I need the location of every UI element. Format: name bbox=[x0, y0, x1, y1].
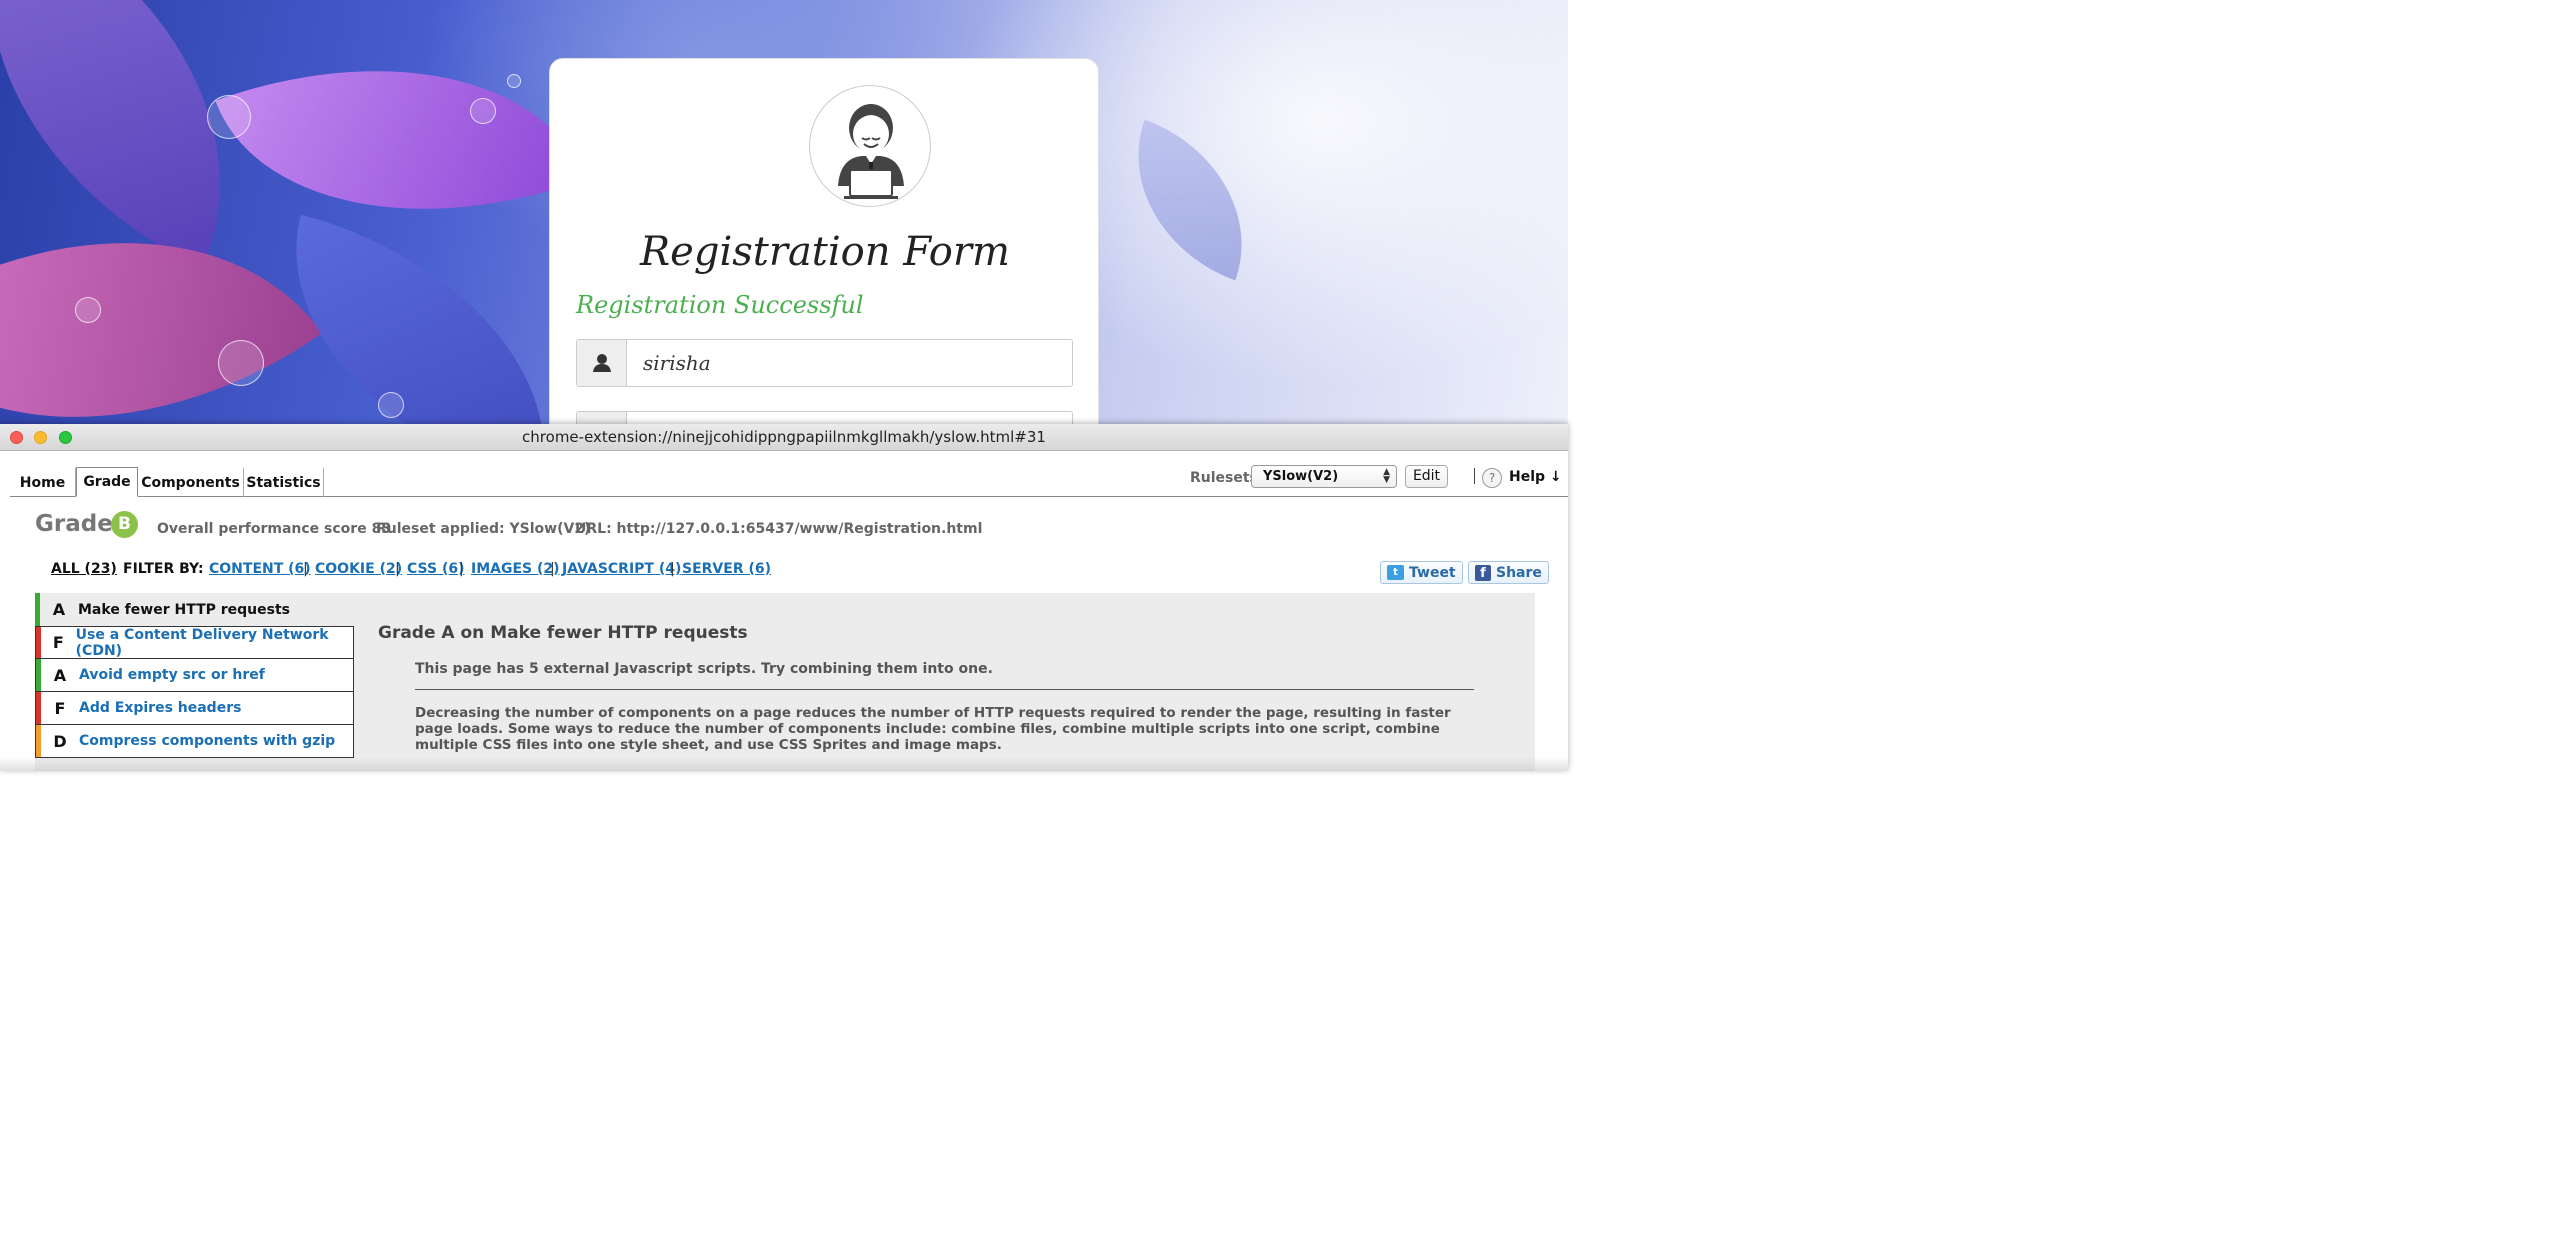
bottom-fade bbox=[0, 757, 1568, 771]
filter-cookie[interactable]: COOKIE (2) bbox=[315, 561, 402, 577]
edit-button[interactable]: Edit bbox=[1405, 465, 1448, 488]
grade-title: Grade bbox=[35, 511, 113, 537]
help-icon[interactable]: ? bbox=[1482, 468, 1502, 488]
grade-color-bar bbox=[35, 593, 40, 626]
divider bbox=[1474, 468, 1475, 484]
grade-badge: B bbox=[111, 511, 138, 538]
tab-grade[interactable]: Grade bbox=[76, 467, 138, 497]
decorative-bubble bbox=[218, 340, 264, 386]
rule-name: Make fewer HTTP requests bbox=[78, 601, 290, 618]
user-with-laptop-icon bbox=[809, 85, 931, 207]
registration-card: Registration Form Registration Successfu… bbox=[549, 58, 1099, 424]
close-window-button[interactable] bbox=[10, 431, 23, 444]
tweet-label: Tweet bbox=[1409, 564, 1456, 581]
filter-by-label: FILTER BY: bbox=[123, 561, 204, 577]
decorative-bubble bbox=[207, 95, 251, 139]
share-label: Share bbox=[1496, 564, 1542, 581]
tweet-button[interactable]: t Tweet bbox=[1380, 561, 1463, 584]
rule-item[interactable]: F Use a Content Delivery Network (CDN) bbox=[35, 626, 354, 659]
rule-name: Avoid empty src or href bbox=[79, 667, 265, 683]
decorative-bubble bbox=[470, 98, 496, 124]
decorative-bubble bbox=[378, 392, 404, 418]
rulesets-label: Rulesets bbox=[1190, 470, 1258, 486]
decorative-bubble bbox=[507, 74, 521, 88]
select-arrows-icon: ▲ ▼ bbox=[1383, 467, 1390, 485]
rule-grade: A bbox=[52, 600, 66, 619]
filter-separator: | bbox=[550, 561, 555, 577]
filter-content[interactable]: CONTENT (6) bbox=[209, 561, 311, 577]
tab-components[interactable]: Components bbox=[138, 468, 244, 497]
rule-name: Use a Content Delivery Network (CDN) bbox=[75, 626, 329, 659]
rule-item[interactable]: A Avoid empty src or href bbox=[35, 659, 354, 692]
detail-divider bbox=[415, 689, 1474, 690]
grade-color-bar bbox=[36, 627, 41, 658]
filter-css[interactable]: CSS (6) bbox=[407, 561, 464, 577]
minimize-window-button[interactable] bbox=[34, 431, 47, 444]
ruleset-selected-value: YSlow(V2) bbox=[1263, 469, 1339, 484]
rule-item[interactable]: D Compress components with gzip bbox=[35, 725, 354, 758]
grade-color-bar bbox=[36, 725, 41, 757]
filter-separator: | bbox=[395, 561, 400, 577]
decorative-bubble bbox=[75, 297, 101, 323]
success-message: Registration Successful bbox=[576, 291, 864, 319]
detail-message: This page has 5 external Javascript scri… bbox=[415, 661, 993, 677]
filter-separator: | bbox=[459, 561, 464, 577]
user-icon bbox=[577, 340, 627, 386]
filter-images[interactable]: IMAGES (2) bbox=[471, 561, 560, 577]
form-title: Registration Form bbox=[640, 229, 1010, 275]
decorative-leaf bbox=[215, 0, 585, 289]
window-titlebar: chrome-extension://ninejjcohidippngpapii… bbox=[0, 424, 1568, 451]
share-button[interactable]: f Share bbox=[1468, 561, 1549, 584]
ruleset-applied: Ruleset applied: YSlow(V2) bbox=[376, 521, 591, 537]
detail-description: Decreasing the number of components on a… bbox=[415, 705, 1451, 753]
filter-separator: | bbox=[303, 561, 308, 577]
username-field[interactable]: sirisha bbox=[576, 339, 1073, 387]
grade-color-bar bbox=[36, 692, 41, 724]
page-url: URL: http://127.0.0.1:65437/www/Registra… bbox=[575, 521, 983, 537]
grade-color-bar bbox=[36, 659, 41, 691]
rule-grade: D bbox=[53, 731, 67, 751]
rule-name: Add Expires headers bbox=[79, 700, 242, 716]
next-field[interactable] bbox=[576, 411, 1073, 424]
window-url: chrome-extension://ninejjcohidippngpapii… bbox=[522, 428, 1046, 446]
rule-name: Compress components with gzip bbox=[79, 733, 336, 749]
background-page: Registration Form Registration Successfu… bbox=[0, 0, 1568, 424]
decorative-leaf bbox=[1103, 119, 1277, 281]
zoom-window-button[interactable] bbox=[59, 431, 72, 444]
username-value: sirisha bbox=[643, 351, 711, 375]
field-addon bbox=[577, 412, 627, 424]
detail-title: Grade A on Make fewer HTTP requests bbox=[378, 623, 748, 643]
yslow-window: chrome-extension://ninejjcohidippngpapii… bbox=[0, 424, 1568, 771]
facebook-icon: f bbox=[1475, 564, 1491, 581]
filter-server[interactable]: SERVER (6) bbox=[682, 561, 771, 577]
overall-score: Overall performance score 83 bbox=[157, 521, 392, 537]
rule-item[interactable]: A Make fewer HTTP requests bbox=[35, 593, 354, 626]
rule-grade: F bbox=[54, 698, 66, 718]
rule-list: A Make fewer HTTP requests F Use a Conte… bbox=[35, 593, 354, 758]
filter-separator: | bbox=[670, 561, 675, 577]
tab-statistics[interactable]: Statistics bbox=[244, 468, 324, 497]
ruleset-select[interactable]: YSlow(V2) ▲ ▼ bbox=[1251, 465, 1397, 488]
filter-javascript[interactable]: JAVASCRIPT (4) bbox=[562, 561, 681, 577]
rule-grade: F bbox=[52, 633, 64, 652]
help-button[interactable]: Help ↓ bbox=[1509, 469, 1562, 485]
filter-all[interactable]: ALL (23) bbox=[51, 561, 117, 577]
rule-item[interactable]: F Add Expires headers bbox=[35, 692, 354, 725]
twitter-icon: t bbox=[1387, 565, 1404, 580]
tab-home[interactable]: Home bbox=[10, 468, 76, 497]
rule-grade: A bbox=[53, 665, 67, 685]
